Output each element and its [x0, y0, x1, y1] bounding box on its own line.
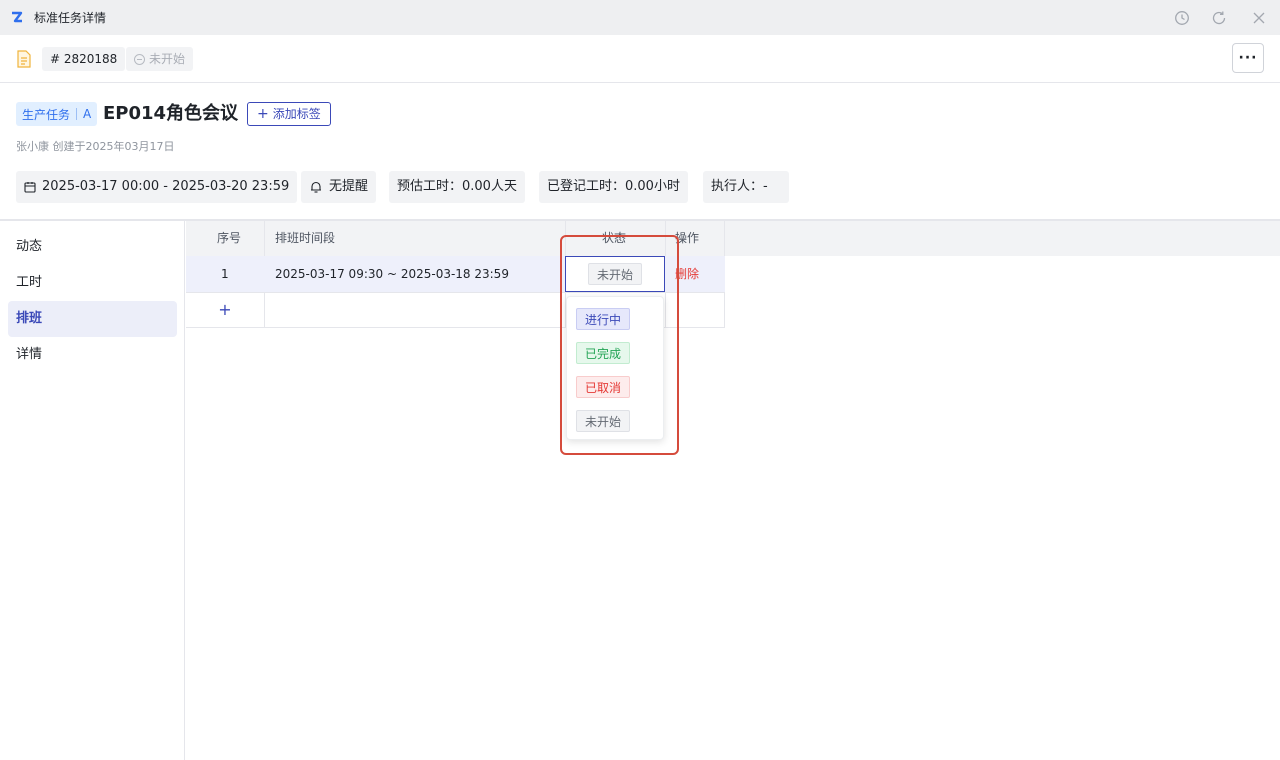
status-option-cancelled[interactable]: 已取消 — [576, 376, 631, 398]
delete-row-link[interactable]: 删除 — [675, 256, 699, 292]
task-title: EP014角色会议 — [103, 103, 239, 124]
sidebar-item-hours[interactable]: 工时 — [8, 265, 177, 301]
task-type-badge: 生产任务 A — [16, 102, 98, 126]
status-select-value: 未开始 — [588, 263, 643, 285]
task-type-suffix: A — [83, 107, 92, 121]
sidebar-item-activity[interactable]: 动态 — [8, 229, 177, 265]
close-icon[interactable] — [1249, 8, 1269, 28]
creator-info: 张小康 创建于2025年03月17日 — [16, 140, 175, 153]
sidebar: 动态 工时 排班 详情 — [0, 221, 185, 760]
status-option-completed[interactable]: 已完成 — [576, 342, 631, 364]
reminder-text: 无提醒 — [329, 179, 369, 194]
window-title: 标准任务详情 — [34, 11, 107, 25]
more-options-button[interactable]: ··· — [1232, 43, 1264, 73]
table-header: 序号 排班时间段 状态 操作 — [186, 221, 1280, 256]
add-row-button[interactable]: + — [186, 292, 264, 328]
date-range-pill[interactable]: 2025-03-17 00:00 - 2025-03-20 23:59 — [16, 171, 298, 203]
plus-icon: + — [257, 106, 269, 122]
column-header-status: 状态 — [602, 231, 627, 245]
sidebar-item-details[interactable]: 详情 — [8, 337, 177, 373]
date-range-text: 2025-03-17 00:00 - 2025-03-20 23:59 — [42, 179, 290, 194]
status-circle-icon — [134, 53, 145, 65]
logged-hours-pill: 已登记工时：0.00小时 — [539, 171, 688, 203]
column-header-time-range: 排班时间段 — [275, 231, 336, 245]
assignee-pill[interactable]: 执行人：- — [703, 171, 789, 203]
bell-icon — [311, 181, 321, 193]
sidebar-item-schedule[interactable]: 排班 — [8, 301, 177, 337]
estimated-hours-pill: 预估工时：0.00人天 — [389, 171, 525, 203]
task-id-chip: # 2820188 — [42, 47, 126, 71]
calendar-icon — [24, 182, 36, 193]
task-detail-window: { "window": { "title": "标准任务详情", "icons"… — [0, 0, 1280, 760]
refresh-icon[interactable] — [1209, 8, 1229, 28]
column-header-index: 序号 — [217, 231, 242, 245]
window-title-bar: 标准任务详情 — [0, 0, 1280, 35]
task-type-separator — [76, 108, 78, 120]
status-option-not-started[interactable]: 未开始 — [576, 410, 631, 432]
task-topbar: # 2820188 未开始 ··· — [0, 35, 1280, 83]
reminder-pill[interactable]: 无提醒 — [301, 171, 377, 203]
status-dropdown-menu: 进行中 已完成 已取消 未开始 — [566, 296, 664, 440]
row-time-range[interactable]: 2025-03-17 09:30 ~ 2025-03-18 23:59 — [275, 256, 509, 292]
status-select[interactable]: 未开始 — [565, 256, 665, 292]
document-icon — [17, 50, 31, 68]
column-header-action: 操作 — [675, 231, 700, 245]
schedule-table: 序号 排班时间段 状态 操作 1 2025-03-17 09:30 ~ 2025… — [186, 221, 1280, 760]
row-index: 1 — [221, 267, 229, 281]
add-tag-label: 添加标签 — [272, 107, 321, 121]
status-option-in-progress[interactable]: 进行中 — [576, 308, 631, 330]
task-status-chip[interactable]: 未开始 — [126, 47, 194, 71]
grid-line — [186, 292, 725, 293]
app-logo-icon — [12, 11, 23, 23]
history-icon[interactable] — [1172, 8, 1192, 28]
task-type-label: 生产任务 — [22, 107, 71, 122]
task-status-label: 未开始 — [149, 52, 186, 66]
add-tag-button[interactable]: + 添加标签 — [247, 102, 331, 126]
